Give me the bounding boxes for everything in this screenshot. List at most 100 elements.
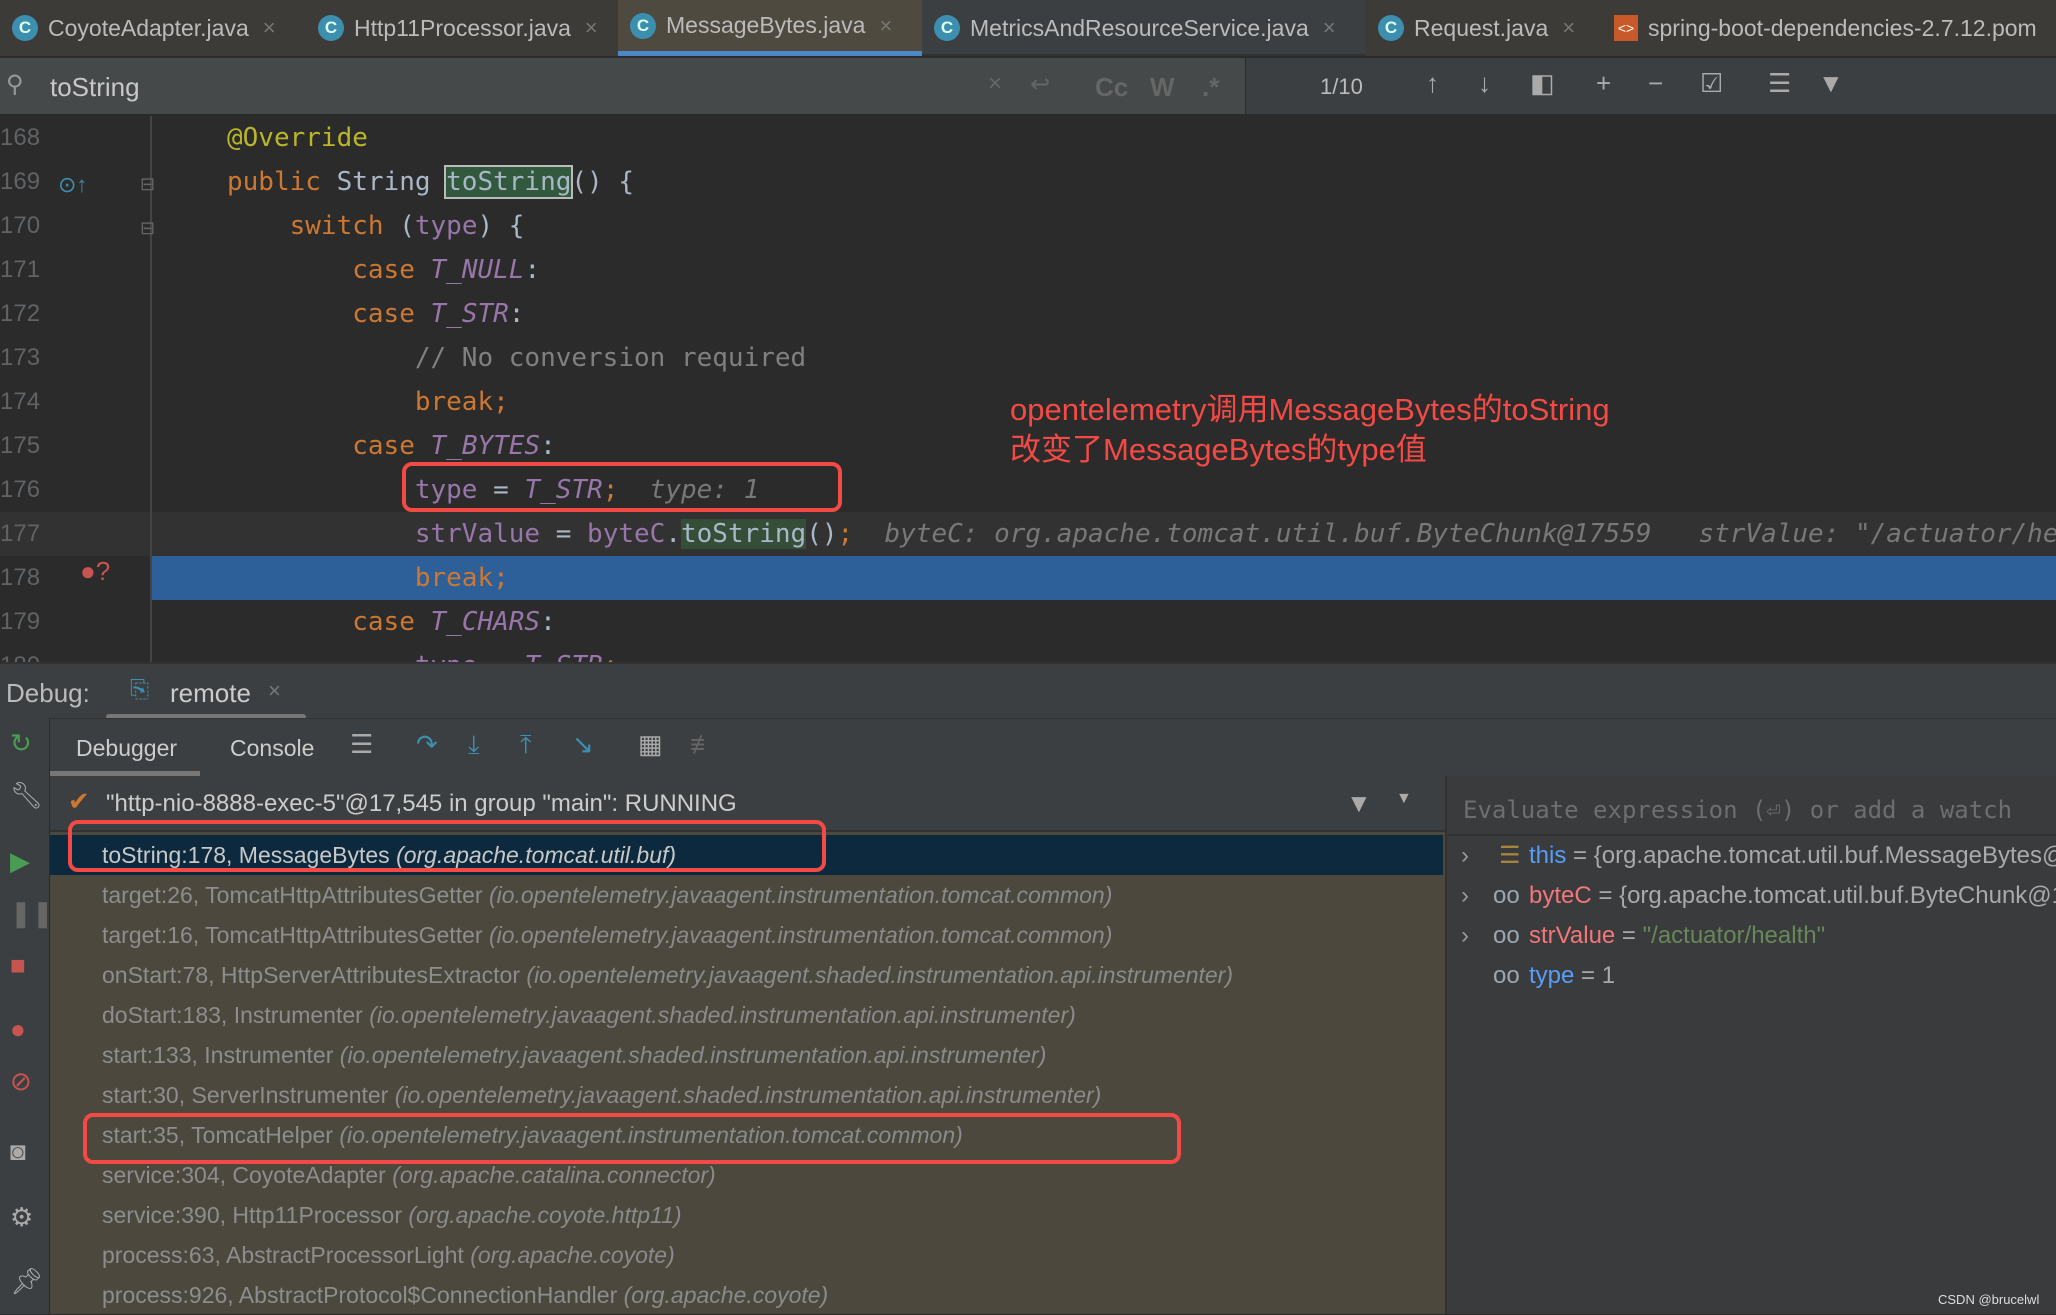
line-number[interactable]: 170 [0, 204, 44, 248]
stack-frame[interactable]: onStart:78, HttpServerAttributesExtracto… [102, 955, 1233, 995]
step-over-icon[interactable]: ↷ [416, 729, 438, 760]
stack-frame[interactable]: start:133, Instrumenter (io.opentelemetr… [102, 1035, 1046, 1075]
code-line[interactable]: 171 case T_NULL: [0, 248, 2056, 292]
line-number[interactable]: 171 [0, 248, 44, 292]
session-tab-remote[interactable]: ⎘ remote × [106, 664, 306, 720]
code-line[interactable]: 176 type = T_STR; type: 1 [0, 468, 2056, 512]
stack-frame[interactable]: target:26, TomcatHttpAttributesGetter (i… [102, 875, 1112, 915]
line-number[interactable]: 177 [0, 512, 44, 556]
evaluate-expression-icon[interactable]: ▦ [638, 729, 663, 760]
stack-frame[interactable]: process:63, AbstractProcessorLight (org.… [102, 1235, 675, 1275]
stack-frame[interactable]: service:390, Http11Processor (org.apache… [102, 1195, 682, 1235]
code-line[interactable]: 173 // No conversion required [0, 336, 2056, 380]
code-text: case T_STR: [227, 292, 524, 336]
close-icon[interactable]: × [1323, 15, 1336, 41]
code-token: switch [289, 211, 400, 241]
expand-chevron-icon[interactable]: › [1461, 836, 1469, 876]
code-line[interactable]: 170 switch (type) { [0, 204, 2056, 248]
tab-console[interactable]: Console [230, 735, 314, 762]
settings-wrench-icon[interactable]: 🔧︎ [10, 780, 43, 811]
line-number[interactable]: 168 [0, 116, 44, 160]
remove-selection-icon[interactable]: − [1648, 68, 1663, 99]
code-line[interactable]: 168 @Override [0, 116, 2056, 160]
filter-icon[interactable]: ▼ [1818, 68, 1844, 99]
tab-metricsandresourceservice[interactable]: C MetricsAndResourceService.java × [922, 0, 1366, 56]
next-occurrence-icon[interactable]: ↓ [1478, 68, 1491, 99]
filter-icon[interactable]: ▼ [1346, 788, 1372, 819]
line-number[interactable]: 178 [0, 556, 44, 600]
clear-icon[interactable]: × [988, 70, 1002, 98]
expand-chevron-icon[interactable]: › [1461, 876, 1469, 916]
tab-messagebytes[interactable]: C MessageBytes.java × [618, 0, 922, 56]
close-icon[interactable]: × [263, 15, 276, 41]
close-icon[interactable]: × [268, 678, 281, 704]
close-icon[interactable]: × [879, 13, 892, 39]
mute-breakpoints-icon[interactable]: ⊘ [10, 1066, 32, 1097]
code-token: case [352, 299, 431, 329]
pause-icon[interactable]: ❚❚ [10, 898, 54, 929]
thread-label: "http-nio-8888-exec-5"@17,545 in group "… [106, 790, 737, 817]
tab-coyoteadapter[interactable]: C CoyoteAdapter.java × [0, 0, 306, 56]
pin-icon[interactable]: 📌︎ [10, 1266, 43, 1297]
stack-frame[interactable]: target:16, TomcatHttpAttributesGetter (i… [102, 915, 1112, 955]
line-number[interactable]: 174 [0, 380, 44, 424]
line-number[interactable]: 172 [0, 292, 44, 336]
line-number[interactable]: 179 [0, 600, 44, 644]
view-breakpoints-icon[interactable]: ● [10, 1014, 26, 1045]
select-occurrences-icon[interactable]: ☑ [1700, 68, 1723, 99]
run-to-cursor-icon[interactable]: ↘ [572, 729, 594, 760]
line-number[interactable]: 173 [0, 336, 44, 380]
close-icon[interactable]: × [585, 15, 598, 41]
tab-debugger[interactable]: Debugger [76, 735, 177, 762]
chevron-down-icon[interactable]: ▼ [1396, 790, 1412, 808]
stack-frame[interactable]: start:30, ServerInstrumenter (io.opentel… [102, 1075, 1101, 1115]
step-out-icon[interactable]: ⤒ [520, 729, 532, 761]
resume-icon[interactable]: ▶ [10, 846, 30, 877]
select-all-occurrences-icon[interactable]: ◧ [1530, 68, 1555, 99]
search-input[interactable]: toString [50, 72, 140, 103]
line-number[interactable]: 175 [0, 424, 44, 468]
filter-options-icon[interactable]: ☰ [1768, 68, 1791, 99]
words-toggle[interactable]: W [1150, 72, 1175, 103]
stop-icon[interactable]: ■ [10, 950, 26, 981]
code-line[interactable]: 172 case T_STR: [0, 292, 2056, 336]
tab-http11processor[interactable]: C Http11Processor.java × [306, 0, 618, 56]
java-class-icon: C [1378, 15, 1404, 41]
camera-icon[interactable]: ◙ [10, 1136, 26, 1167]
line-number[interactable]: 180 [0, 644, 44, 662]
line-number[interactable]: 176 [0, 468, 44, 512]
search-icon[interactable]: ⚲ [6, 70, 24, 99]
code-line[interactable]: 169 public String toString() { [0, 160, 2056, 204]
code-line[interactable]: 177 strValue = byteC.toString(); byteC: … [0, 512, 2056, 556]
tab-request[interactable]: C Request.java × [1366, 0, 1602, 56]
regex-toggle[interactable]: .* [1202, 72, 1219, 103]
gear-icon[interactable]: ⚙ [10, 1202, 33, 1233]
variable-name: type [1529, 962, 1575, 989]
rerun-icon[interactable]: ↻ [10, 728, 32, 759]
fold-icon[interactable]: ⊟ [140, 174, 155, 195]
override-method-icon[interactable]: ⊙↑ [58, 172, 87, 198]
close-icon[interactable]: × [1562, 15, 1575, 41]
code-line[interactable]: 180 type = T_STR; [0, 644, 2056, 662]
previous-occurrence-icon[interactable]: ↑ [1426, 68, 1439, 99]
fold-icon[interactable]: ⊟ [140, 218, 155, 239]
stack-frame[interactable]: process:926, AbstractProtocol$Connection… [102, 1275, 828, 1315]
tab-pom[interactable]: <> spring-boot-dependencies-2.7.12.pom [1602, 0, 2056, 56]
line-number[interactable]: 169 [0, 160, 44, 204]
stack-frame[interactable]: doStart:183, Instrumenter (io.openteleme… [102, 995, 1076, 1035]
new-line-icon[interactable]: ↩ [1030, 70, 1050, 99]
annotation-line-2: 改变了MessageBytes的type值 [1010, 432, 1427, 467]
add-selection-icon[interactable]: + [1596, 68, 1611, 99]
code-line[interactable]: 178 break; [0, 556, 2056, 600]
match-case-toggle[interactable]: Cc [1095, 72, 1128, 103]
evaluate-expression-input[interactable]: Evaluate expression (⏎) or add a watch [1447, 784, 2056, 836]
frames-layout-icon[interactable]: ☰ [350, 729, 373, 760]
code-line[interactable]: 179 case T_CHARS: [0, 600, 2056, 644]
trace-icon[interactable]: ≢ [690, 729, 716, 760]
expand-chevron-icon[interactable]: › [1461, 916, 1469, 956]
evaluate-placeholder: Evaluate expression (⏎) or add a watch [1463, 796, 2013, 824]
step-into-icon[interactable]: ⤓ [468, 729, 480, 761]
breakpoint-icon[interactable]: ●? [80, 556, 110, 587]
